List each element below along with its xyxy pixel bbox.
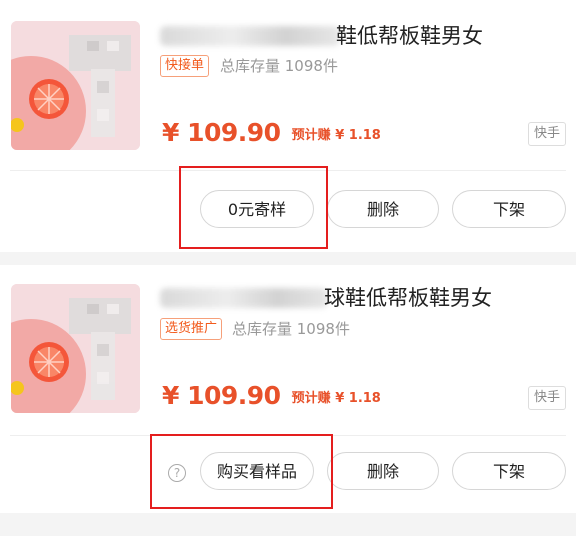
delist-button[interactable]: 下架 [452, 452, 566, 490]
estimated-earn: 预计赚 ¥ 1.18 [291, 391, 381, 406]
estimated-earn: 预计赚 ¥ 1.18 [291, 128, 381, 143]
delete-button[interactable]: 删除 [327, 190, 439, 228]
delete-button[interactable]: 删除 [327, 452, 439, 490]
product-image[interactable] [11, 284, 140, 413]
product-tag: 选货推广 [160, 318, 223, 340]
delist-button[interactable]: 下架 [452, 190, 566, 228]
blurred-title-text [160, 288, 328, 308]
product-card-2: 球鞋低帮板鞋男女 选货推广 总库存量 1098件 ¥ 109.90 预计赚 ¥ … [0, 265, 576, 513]
product-title-text: 鞋低帮板鞋男女 [336, 24, 483, 48]
product-title[interactable]: 鞋低帮板鞋男女 [160, 20, 560, 52]
divider [10, 170, 566, 171]
product-title-text: 球鞋低帮板鞋男女 [324, 286, 492, 310]
divider [10, 435, 566, 436]
price: ¥ 109.90 [162, 381, 281, 410]
price: ¥ 109.90 [162, 118, 281, 147]
free-sample-button[interactable]: 0元寄样 [200, 190, 314, 228]
price-row: ¥ 109.90 预计赚 ¥ 1.18 [162, 381, 381, 415]
product-tag: 快接单 [160, 55, 210, 77]
product-title[interactable]: 球鞋低帮板鞋男女 [160, 282, 560, 314]
product-image[interactable] [11, 21, 140, 150]
stock-text: 总库存量 1098件 [232, 320, 350, 338]
blurred-title-text [160, 26, 340, 46]
buy-sample-button[interactable]: 购买看样品 [200, 452, 314, 490]
help-icon[interactable]: ? [168, 464, 186, 482]
price-row: ¥ 109.90 预计赚 ¥ 1.18 [162, 118, 381, 152]
stock-text: 总库存量 1098件 [220, 57, 338, 75]
platform-badge: 快手 [528, 386, 566, 410]
platform-badge: 快手 [528, 122, 566, 146]
list-bottom-spacer [0, 513, 576, 536]
product-card-1: 鞋低帮板鞋男女 快接单 总库存量 1098件 ¥ 109.90 预计赚 ¥ 1.… [0, 0, 576, 252]
